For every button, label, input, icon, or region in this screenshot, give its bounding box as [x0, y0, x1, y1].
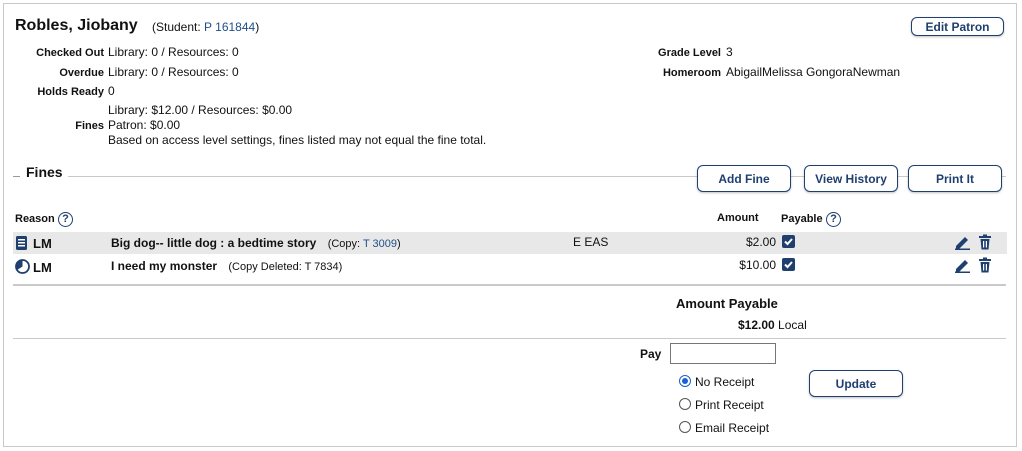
- copy-info: (Copy Deleted: T 7834): [228, 261, 343, 273]
- fines-note: Based on access level settings, fines li…: [108, 133, 487, 147]
- amount-column-header: Amount: [717, 212, 759, 224]
- student-suffix: ): [255, 20, 260, 34]
- copy-suffix: ): [397, 238, 401, 250]
- overdue-clock-icon: [15, 259, 30, 277]
- payment-divider: [13, 338, 1006, 339]
- fine-type: LM: [33, 236, 52, 251]
- print-receipt-radio[interactable]: [679, 398, 691, 410]
- copy-id-link[interactable]: T 3009: [363, 238, 397, 250]
- patron-name: Robles, Jiobany: [15, 17, 138, 34]
- reason-column-header: Reason: [15, 213, 55, 225]
- amount-payable-label: Amount Payable: [676, 296, 778, 311]
- payable-help-icon[interactable]: ?: [826, 212, 841, 227]
- fines-patron-value: Patron: $0.00: [108, 118, 181, 132]
- fines-section-title: Fines: [26, 164, 63, 180]
- trash-icon[interactable]: [978, 234, 992, 253]
- grade-level-value: 3: [726, 45, 733, 59]
- overdue-label: Overdue: [59, 67, 104, 79]
- grade-level-label: Grade Level: [658, 47, 721, 59]
- call-number: E EAS: [573, 235, 609, 249]
- table-bottom-divider: [13, 284, 1006, 286]
- edit-pencil-icon[interactable]: [954, 257, 971, 276]
- email-receipt-label: Email Receipt: [695, 421, 770, 435]
- homeroom-label: Homeroom: [662, 67, 721, 79]
- payable-checkbox[interactable]: [782, 235, 795, 248]
- student-id-link[interactable]: P 161844: [204, 20, 255, 34]
- copy-prefix: (Copy:: [327, 238, 363, 250]
- holds-ready-label: Holds Ready: [37, 86, 104, 98]
- edit-patron-button[interactable]: Edit Patron: [911, 17, 1004, 36]
- amount-payable-suffix: Local: [778, 318, 807, 332]
- no-receipt-radio[interactable]: [679, 375, 691, 387]
- fine-title: Big dog-- little dog : a bedtime story (…: [111, 236, 401, 250]
- book-icon: [15, 235, 28, 254]
- amount-payable-value: $12.00: [738, 318, 775, 332]
- fines-library-value: Library: $12.00 / Resources: $0.00: [108, 103, 293, 117]
- edit-pencil-icon[interactable]: [954, 234, 971, 253]
- pay-input[interactable]: [670, 343, 776, 364]
- fine-type: LM: [33, 260, 52, 275]
- fine-title-text: Big dog-- little dog : a bedtime story: [111, 236, 317, 250]
- student-prefix: (Student:: [152, 20, 205, 34]
- email-receipt-radio[interactable]: [679, 421, 691, 433]
- no-receipt-label: No Receipt: [695, 375, 755, 389]
- payable-column-header: Payable: [781, 213, 823, 225]
- copy-info: (Copy: T 3009): [328, 238, 401, 250]
- print-receipt-label: Print Receipt: [695, 398, 764, 412]
- fines-divider-left: [13, 176, 20, 177]
- homeroom-value: AbigailMelissa GongoraNewman: [726, 65, 901, 79]
- payable-checkbox[interactable]: [782, 258, 795, 271]
- fine-title: I need my monster (Copy Deleted: T 7834): [111, 259, 342, 273]
- holds-ready-value: 0: [108, 84, 115, 98]
- fine-amount: $10.00: [739, 258, 776, 272]
- fines-label: Fines: [75, 120, 104, 132]
- update-button[interactable]: Update: [809, 370, 903, 397]
- view-history-button[interactable]: View History: [804, 165, 898, 192]
- fine-amount: $2.00: [745, 235, 776, 249]
- print-it-button[interactable]: Print It: [908, 165, 1002, 192]
- add-fine-button[interactable]: Add Fine: [697, 165, 791, 192]
- student-info: (Student: P 161844): [152, 20, 259, 34]
- checked-out-value: Library: 0 / Resources: 0: [108, 45, 239, 59]
- amount-payable-total: $12.00 Local: [738, 318, 807, 332]
- trash-icon[interactable]: [978, 257, 992, 276]
- pay-label: Pay: [640, 347, 662, 361]
- overdue-value: Library: 0 / Resources: 0: [108, 65, 239, 79]
- reason-help-icon[interactable]: ?: [58, 212, 73, 227]
- fine-title-text: I need my monster: [111, 259, 218, 273]
- checked-out-label: Checked Out: [36, 47, 104, 59]
